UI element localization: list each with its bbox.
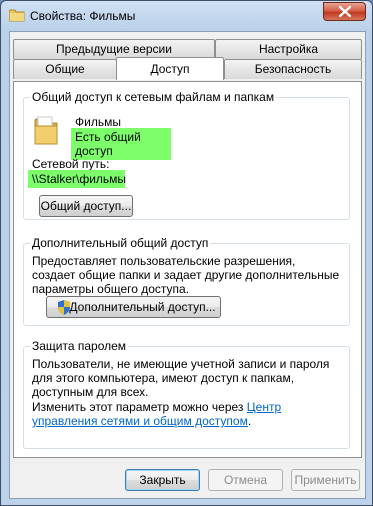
tab-security[interactable]: Безопасность bbox=[224, 59, 362, 79]
sharing-tab-panel: Общий доступ к сетевым файлам и папкам Ф… bbox=[13, 81, 362, 458]
password-change-prefix: Изменить этот параметр можно через bbox=[32, 400, 244, 414]
folder-name: Фильмы bbox=[75, 115, 121, 129]
close-dialog-button[interactable]: Закрыть bbox=[125, 469, 200, 491]
network-sharing-group-title: Общий доступ к сетевым файлам и папкам bbox=[30, 90, 277, 104]
advanced-sharing-button[interactable]: Дополнительный доступ... bbox=[46, 296, 221, 318]
title-bar[interactable]: Свойства: Фильмы bbox=[1, 1, 372, 31]
tab-sharing[interactable]: Доступ bbox=[116, 57, 224, 80]
network-path-value: \\Stalker\фильмы bbox=[28, 170, 126, 188]
close-icon bbox=[338, 6, 351, 17]
tab-previous-versions[interactable]: Предыдущие версии bbox=[13, 39, 215, 59]
shared-folder-icon bbox=[32, 114, 60, 145]
network-sharing-group: Общий доступ к сетевым файлам и папкам Ф… bbox=[23, 90, 350, 220]
advanced-sharing-button-label: Дополнительный доступ... bbox=[69, 300, 216, 314]
tab-general[interactable]: Общие bbox=[13, 59, 117, 79]
password-change-suffix: . bbox=[247, 414, 252, 428]
uac-shield-icon bbox=[57, 300, 71, 321]
password-change-text: Изменить этот параметр можно через Центр… bbox=[32, 400, 346, 428]
advanced-sharing-group-title: Дополнительный общий доступ bbox=[30, 236, 211, 250]
properties-window: Свойства: Фильмы Предыдущие версии Настр… bbox=[0, 0, 373, 506]
password-protection-group: Защита паролем Пользователи, не имеющие … bbox=[23, 339, 350, 449]
apply-button[interactable]: Применить bbox=[291, 469, 360, 491]
password-protection-group-title: Защита паролем bbox=[30, 339, 129, 353]
dialog-client-area: Предыдущие версии Настройка Общие Доступ… bbox=[9, 31, 366, 499]
network-path-label: Сетевой путь: bbox=[32, 157, 110, 171]
advanced-sharing-group: Дополнительный общий доступ Предоставляе… bbox=[23, 236, 350, 326]
password-protection-description: Пользователи, не имеющие учетной записи … bbox=[32, 357, 330, 399]
cancel-button[interactable]: Отмена bbox=[208, 469, 283, 491]
sharing-status: Есть общий доступ bbox=[71, 128, 171, 160]
close-button[interactable] bbox=[323, 2, 366, 21]
advanced-sharing-description: Предоставляет пользовательские разрешени… bbox=[32, 254, 340, 296]
folder-icon bbox=[8, 9, 25, 22]
tab-customize[interactable]: Настройка bbox=[215, 39, 362, 59]
window-title: Свойства: Фильмы bbox=[30, 9, 136, 23]
share-button[interactable]: Общий доступ... bbox=[39, 195, 133, 217]
